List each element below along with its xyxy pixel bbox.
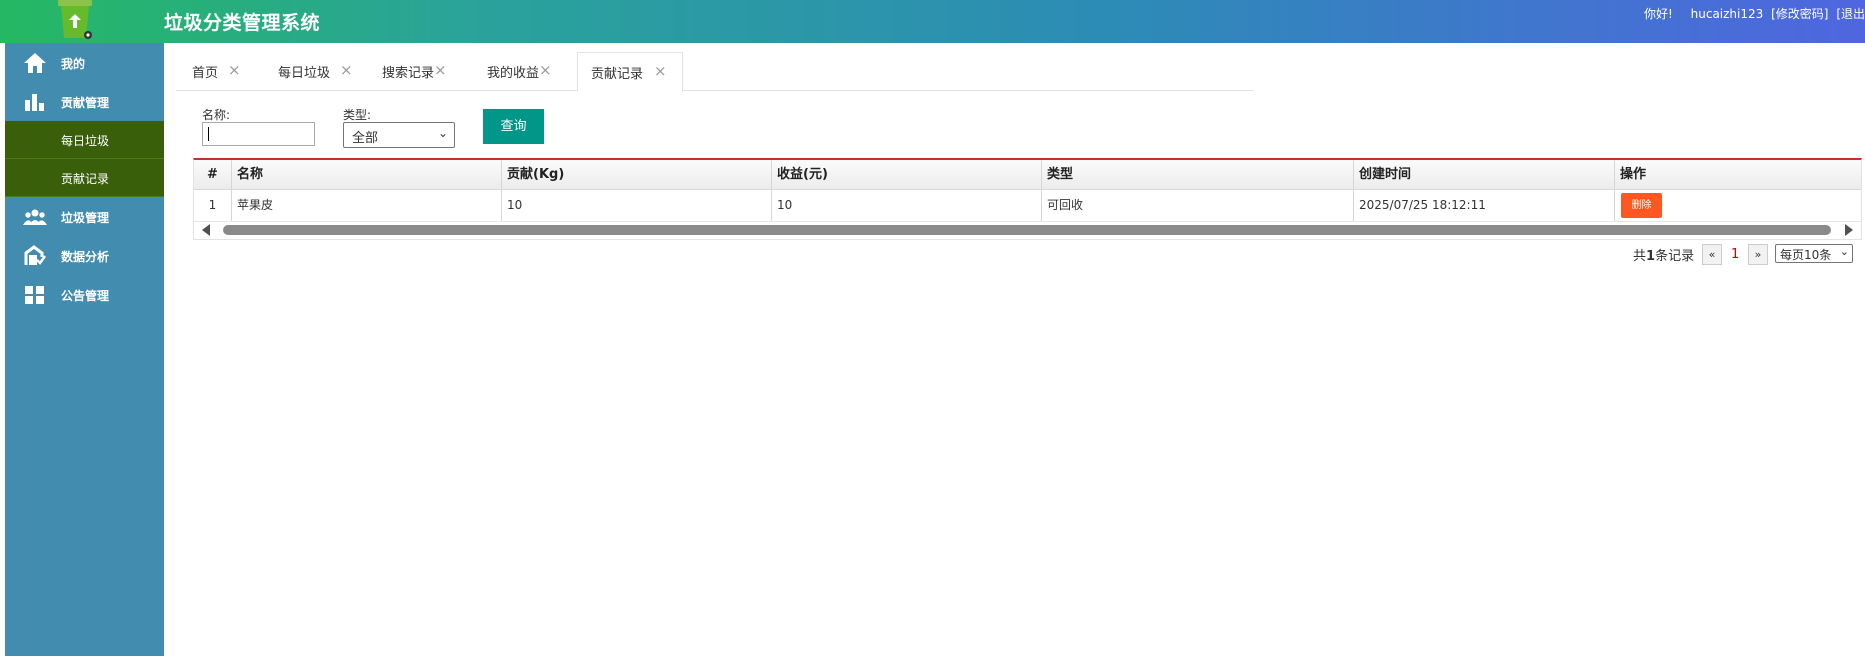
pager-prev-button[interactable]: « <box>1702 244 1722 265</box>
horizontal-scrollbar[interactable] <box>194 222 1861 238</box>
close-icon[interactable]: × <box>654 62 667 80</box>
tab-search-records[interactable]: 搜索记录 × <box>366 52 470 90</box>
logout-link[interactable]: [退出 <box>1836 7 1865 21</box>
sidebar-item-label: 每日垃圾 <box>61 134 110 148</box>
app-title: 垃圾分类管理系统 <box>164 12 321 34</box>
type-filter-value: 全部 <box>352 131 379 146</box>
sidebar-item-contribution-management[interactable]: 贡献管理 <box>5 82 164 121</box>
close-icon[interactable]: × <box>228 61 241 79</box>
name-filter-input[interactable] <box>202 122 315 146</box>
pager-total-count: 1 <box>1646 249 1656 264</box>
tab-label: 首页 <box>192 66 219 81</box>
tab-label: 搜索记录 <box>382 66 435 81</box>
home-icon <box>23 52 47 74</box>
sidebar-item-contribution-records[interactable]: 贡献记录 <box>5 159 164 197</box>
column-header-type: 类型 <box>1042 160 1354 189</box>
column-header-contribution: 贡献(Kg) <box>502 160 772 189</box>
bar-chart-icon <box>23 91 47 113</box>
page-size-value: 每页10条 <box>1780 248 1832 262</box>
cell-contribution: 10 <box>502 190 772 221</box>
delete-button[interactable]: 删除 <box>1621 193 1662 218</box>
scroll-left-icon[interactable] <box>202 224 210 236</box>
user-bar: 你好! hucaizhi123 [修改密码] [退出 <box>1640 5 1865 22</box>
type-filter-select[interactable]: 全部 ⌄ <box>343 122 455 148</box>
sidebar-item-data-analysis[interactable]: 数据分析 <box>5 236 164 275</box>
tab-label: 我的收益 <box>487 66 540 81</box>
pager-current-page[interactable]: 1 <box>1731 247 1739 262</box>
data-analysis-icon <box>23 245 47 267</box>
cell-type: 可回收 <box>1042 190 1354 221</box>
column-header-action: 操作 <box>1620 167 1647 182</box>
top-header: 垃圾分类管理系统 你好! hucaizhi123 [修改密码] [退出 <box>0 0 1865 43</box>
cell-name: 苹果皮 <box>232 190 502 221</box>
sidebar-item-label: 我的 <box>61 57 86 71</box>
tab-my-income[interactable]: 我的收益 × <box>471 52 575 90</box>
sidebar-item-announcement-management[interactable]: 公告管理 <box>5 275 164 314</box>
sidebar-item-garbage-management[interactable]: 垃圾管理 <box>5 197 164 236</box>
type-filter-label: 类型: <box>343 108 372 122</box>
tab-bar: 首页 × 每日垃圾 × 搜索记录 × 我的收益 × 贡献记录 × <box>176 52 1253 92</box>
sidebar-item-label: 数据分析 <box>61 250 110 264</box>
column-header-index: # <box>194 160 232 189</box>
records-table: # 名称 贡献(Kg) 收益(元) 类型 创建时间 操作 1 苹果皮 10 10… <box>193 158 1862 240</box>
scroll-right-icon[interactable] <box>1845 224 1853 236</box>
cell-created: 2025/07/25 18:12:11 <box>1354 190 1615 221</box>
tab-home[interactable]: 首页 × <box>176 52 264 90</box>
sidebar-item-label: 贡献记录 <box>61 172 110 186</box>
grid-icon <box>23 284 47 306</box>
tab-label: 贡献记录 <box>591 67 644 82</box>
username: hucaizhi123 <box>1690 7 1764 21</box>
close-icon[interactable]: × <box>539 61 552 79</box>
greeting-text: 你好! <box>1644 7 1673 21</box>
pager-total: 共1条记录 <box>1633 245 1694 264</box>
close-icon[interactable]: × <box>434 61 447 79</box>
page-size-select[interactable]: 每页10条 ⌄ <box>1775 244 1853 263</box>
chevron-down-icon: ⌄ <box>437 126 448 140</box>
sidebar-item-mine[interactable]: 我的 <box>5 43 164 82</box>
close-icon[interactable]: × <box>340 61 353 79</box>
table-header: # 名称 贡献(Kg) 收益(元) 类型 创建时间 操作 <box>194 160 1861 190</box>
tab-contribution-records[interactable]: 贡献记录 × <box>577 52 683 92</box>
change-password-link[interactable]: [修改密码] <box>1771 7 1828 21</box>
column-header-created: 创建时间 <box>1354 160 1615 189</box>
tab-daily-garbage[interactable]: 每日垃圾 × <box>262 52 366 90</box>
sidebar-item-daily-garbage[interactable]: 每日垃圾 <box>5 121 164 159</box>
sidebar-item-label: 垃圾管理 <box>61 211 110 225</box>
app-logo-icon <box>52 0 98 40</box>
cell-income: 10 <box>772 190 1042 221</box>
column-header-income: 收益(元) <box>772 160 1042 189</box>
pager-total-suffix: 条记录 <box>1655 249 1695 264</box>
sidebar-item-label: 贡献管理 <box>61 96 110 110</box>
chevron-down-icon: ⌄ <box>1839 245 1849 258</box>
cell-action: 删除 <box>1615 190 1861 221</box>
pager-next-button[interactable]: » <box>1748 244 1768 265</box>
column-header-name: 名称 <box>232 160 502 189</box>
name-filter-label: 名称: <box>202 108 231 122</box>
users-icon <box>23 206 47 228</box>
scrollbar-thumb[interactable] <box>223 225 1831 235</box>
cell-index: 1 <box>194 190 232 221</box>
pager-total-prefix: 共 <box>1633 249 1647 264</box>
tab-label: 每日垃圾 <box>278 66 331 81</box>
query-button[interactable]: 查询 <box>483 109 544 144</box>
text-caret <box>208 127 209 141</box>
sidebar: 我的 贡献管理 每日垃圾 贡献记录 垃圾管理 数据分析 公告管理 <box>5 43 164 656</box>
sidebar-item-label: 公告管理 <box>61 289 110 303</box>
table-row: 1 苹果皮 10 10 可回收 2025/07/25 18:12:11 删除 <box>194 190 1861 222</box>
